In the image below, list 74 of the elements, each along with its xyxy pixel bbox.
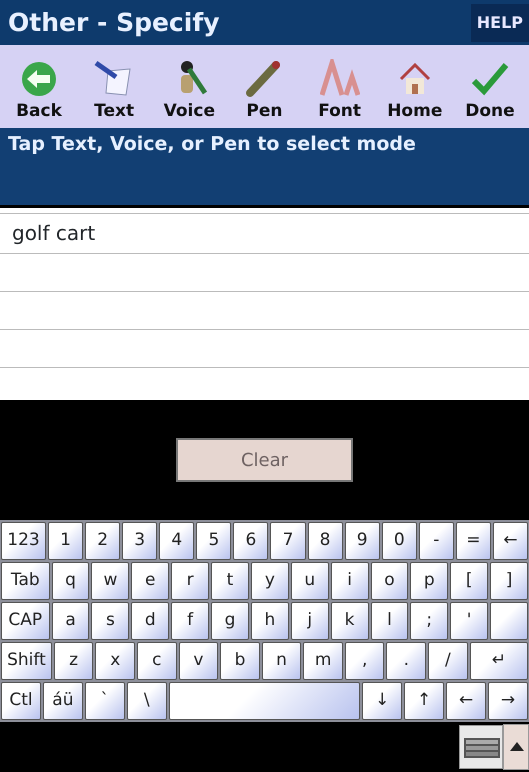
keyboard-key[interactable]: 1 (48, 522, 84, 560)
keyboard-key[interactable]: [ (450, 562, 488, 600)
keyboard-key[interactable]: ← (492, 522, 528, 560)
keyboard-key[interactable]: w (91, 562, 130, 600)
keyboard-key[interactable]: c (137, 642, 177, 680)
keyboard-key[interactable]: → (488, 682, 528, 720)
keyboard-key[interactable]: l (370, 602, 408, 640)
toolbar-button[interactable]: Home (378, 58, 452, 124)
keyboard-icon[interactable] (459, 725, 503, 769)
keyboard-key[interactable]: x (95, 642, 136, 680)
instruction-text: Tap Text, Voice, or Pen to select mode (8, 133, 416, 155)
keyboard-key[interactable]: h (250, 602, 289, 640)
keyboard-key[interactable]: ] (490, 562, 528, 600)
keyboard-key[interactable]: ↑ (404, 682, 444, 720)
keyboard-key[interactable]: n (262, 642, 302, 680)
keyboard-key[interactable]: s (91, 602, 130, 640)
keyboard-key[interactable]: y (250, 562, 289, 600)
keyboard-key[interactable]: ↓ (362, 682, 402, 720)
keyboard-key[interactable]: 9 (344, 522, 380, 560)
keyboard-key[interactable]: o (370, 562, 408, 600)
keyboard-key[interactable]: d (131, 602, 170, 640)
keyboard-key[interactable]: g (211, 602, 249, 640)
keyboard-key[interactable]: ; (410, 602, 448, 640)
toolbar-button[interactable]: Back (2, 58, 76, 124)
keyboard-key[interactable]: Tab (1, 562, 50, 600)
keyboard-key[interactable]: q (52, 562, 90, 600)
toolbar-button[interactable]: Voice (152, 58, 226, 124)
keyboard-key[interactable]: Shift (1, 642, 52, 680)
keyboard-key[interactable]: \ (126, 682, 167, 720)
keyboard-key[interactable]: 8 (308, 522, 343, 560)
keyboard-key[interactable]: z (54, 642, 94, 680)
toolbar-button[interactable]: Font (302, 58, 377, 124)
toolbar-button[interactable]: Pen (227, 58, 302, 124)
keyboard-key[interactable]: 0 (382, 522, 417, 560)
keyboard-key[interactable]: 7 (270, 522, 306, 560)
keyboard-key[interactable]: i (330, 562, 368, 600)
help-button[interactable]: HELP (470, 4, 529, 42)
keyboard-key[interactable]: Ctl (1, 682, 41, 720)
keyboard-key[interactable]: 5 (196, 522, 232, 560)
enter-key[interactable]: ↵ (470, 642, 528, 680)
keyboard-key[interactable]: , (344, 642, 384, 680)
toolbar-button[interactable]: Text (77, 58, 152, 124)
keyboard-key[interactable]: . (386, 642, 426, 680)
keyboard-key[interactable]: 123 (1, 522, 46, 560)
keyboard-key[interactable]: ` (84, 682, 125, 720)
keyboard-key[interactable]: u (290, 562, 329, 600)
space-key[interactable] (168, 682, 360, 720)
keyboard-key[interactable]: 4 (159, 522, 194, 560)
keyboard-key[interactable]: t (211, 562, 249, 600)
keyboard-key[interactable]: j (290, 602, 329, 640)
keyboard-key[interactable]: a (52, 602, 90, 640)
keyboard-key[interactable]: r (171, 562, 210, 600)
keyboard-key[interactable]: k (330, 602, 368, 640)
keyboard-key[interactable]: CAP (1, 602, 50, 640)
window-title: Other - Specify (8, 6, 220, 39)
keyboard-key[interactable]: p (410, 562, 448, 600)
keyboard-key[interactable]: ' (450, 602, 488, 640)
keyboard-key[interactable]: f (171, 602, 210, 640)
keyboard-key[interactable]: = (456, 522, 491, 560)
toolbar-button[interactable]: Done (452, 58, 527, 124)
keyboard-key[interactable]: v (178, 642, 218, 680)
keyboard-key[interactable]: 6 (233, 522, 268, 560)
keyboard-key[interactable]: / (428, 642, 468, 680)
keyboard-key[interactable]: e (131, 562, 170, 600)
text-input-area[interactable]: golf cart (0, 205, 529, 400)
keyboard-key[interactable]: 2 (85, 522, 120, 560)
keyboard-key[interactable]: - (418, 522, 454, 560)
keyboard-key[interactable]: b (220, 642, 260, 680)
enter-key[interactable] (490, 602, 528, 640)
letters-icon (320, 58, 360, 98)
keyboard-key[interactable]: 3 (122, 522, 158, 560)
keyboard-key[interactable]: m (303, 642, 343, 680)
keyboard-key[interactable]: áü (42, 682, 83, 720)
keyboard-key[interactable]: ← (446, 682, 486, 720)
